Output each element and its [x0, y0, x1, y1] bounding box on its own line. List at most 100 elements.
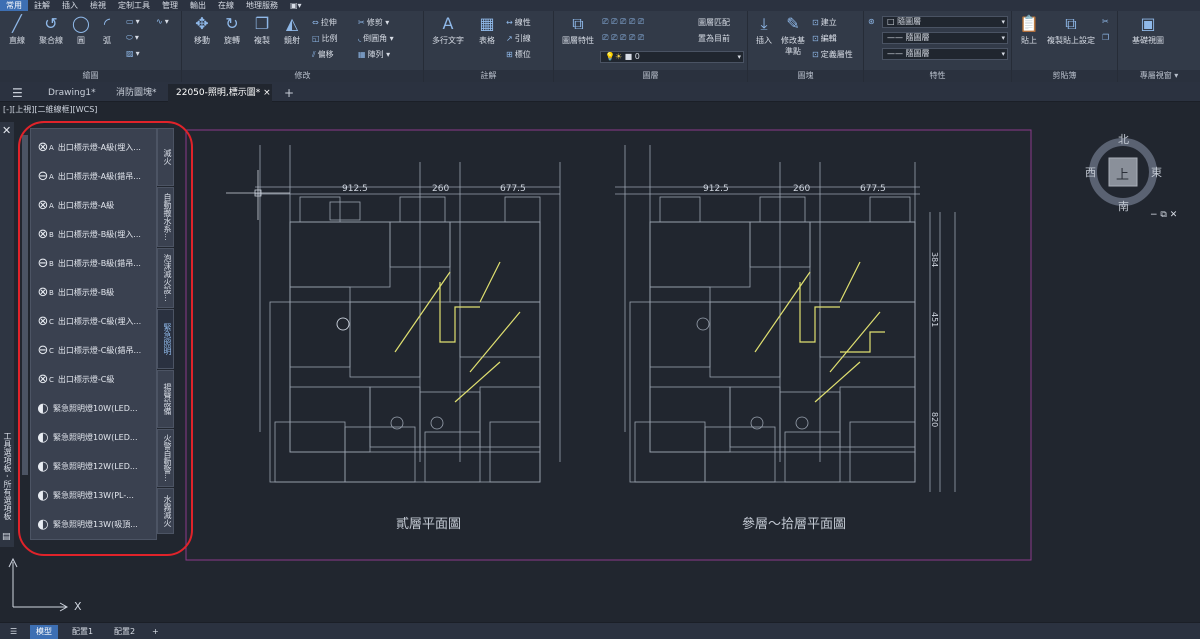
rotate-button[interactable]: ↻ 旋轉 — [218, 15, 246, 46]
palette-tab-0[interactable]: 滅火 — [157, 128, 174, 186]
mtext-button[interactable]: A 多行文字 — [428, 15, 468, 46]
palette-tab-3[interactable]: 緊急照明 — [157, 309, 174, 369]
arc-button[interactable]: ◜ 弧 — [96, 15, 118, 46]
viewcube[interactable]: 北 南 東 西 上 — [1085, 130, 1163, 213]
linetype-dropdown[interactable]: —— 隨圖層 ▾ — [882, 32, 1008, 44]
menu-item-4[interactable]: 定制工具 — [112, 0, 156, 11]
close-tab-icon[interactable]: × — [263, 88, 271, 98]
menu-item-1[interactable]: 註解 — [28, 0, 56, 11]
base-view-button[interactable]: ▣ 基礎視圖 — [1128, 15, 1168, 46]
spline-tool[interactable]: ∿ ▾ — [156, 17, 169, 26]
drawing-canvas[interactable]: 912.5 260 677.5 912.5 260 677.5 384 451 … — [0, 102, 1200, 622]
viewport-controls[interactable]: − ⧉ ✕ — [1150, 210, 1177, 220]
palette-item-grade: C — [49, 317, 54, 326]
menu-item-6[interactable]: 輸出 — [184, 0, 212, 11]
layer-icons-row2[interactable]: ⎚ ⎚ ⎚ ⎚ ⎚ — [602, 33, 646, 43]
table-button[interactable]: ▦ 表格 — [472, 15, 502, 46]
viewcube-top-face[interactable]: 上 — [1116, 164, 1129, 183]
view-label[interactable]: [-][上視][二維線框][WCS] — [3, 104, 97, 115]
block-edit-button[interactable]: ⊡ 編輯 — [812, 33, 837, 44]
copy-clip-button[interactable]: ❐ — [1102, 33, 1111, 42]
palette-tab-5[interactable]: 火警自動警... — [157, 429, 174, 487]
block-create-button[interactable]: ⊡ 建立 — [812, 17, 837, 28]
compass-east[interactable]: 東 — [1151, 164, 1162, 180]
palette-tab-1[interactable]: 自動撒水系... — [157, 187, 174, 247]
mirror-button[interactable]: ◭ 鏡射 — [278, 15, 306, 46]
array-button[interactable]: ▦ 陣列 ▾ — [358, 49, 390, 60]
tab-fire-blocks[interactable]: 消防圖塊* — [108, 84, 165, 102]
palette-item[interactable]: ⊗ A 出口標示燈-A級 — [31, 191, 158, 220]
position-button[interactable]: ⊞ 標位 — [506, 49, 531, 60]
circle-button[interactable]: ◯ 圓 — [70, 15, 92, 46]
palette-tab-4[interactable]: 揚聲設備 — [157, 370, 174, 428]
cut-button[interactable]: ✂ — [1102, 17, 1111, 26]
tab-layout2[interactable]: 配置2 — [108, 625, 141, 639]
palette-scrollbar[interactable] — [22, 135, 28, 475]
menu-item-0[interactable]: 常用 — [0, 0, 28, 11]
insert-button[interactable]: ⤓ 插入 — [752, 15, 776, 46]
palette-item[interactable]: ◐ 緊急照明燈10W(LED... — [31, 423, 158, 452]
stretch-button[interactable]: ⇔ 拉伸 — [312, 17, 337, 28]
line-button[interactable]: ╱ 直線 — [4, 15, 30, 46]
menu-item-5[interactable]: 管理 — [156, 0, 184, 11]
palette-close-icon[interactable]: ✕ — [2, 124, 11, 137]
compass-north[interactable]: 北 — [1118, 131, 1129, 147]
linear-dim-button[interactable]: ↔ 線性 — [506, 17, 531, 28]
palette-item[interactable]: ◐ 緊急照明燈12W(LED... — [31, 452, 158, 481]
palette-item[interactable]: ⊗ C 出口標示燈-C級 — [31, 365, 158, 394]
color-dropdown[interactable]: □ 隨圖層 ▾ — [882, 16, 1008, 28]
scale-button[interactable]: ◱ 比例 — [312, 33, 338, 44]
menu-item-7[interactable]: 在線 — [212, 0, 240, 11]
move-button[interactable]: ✥ 移動 — [188, 15, 216, 46]
palette-title-strip[interactable]: ✕ 工具選項板 - 所有選項板 ▤ — [0, 122, 14, 547]
palette-item[interactable]: ◐ 緊急照明燈10W(LED... — [31, 394, 158, 423]
tab-current-drawing[interactable]: 22050-照明,標示圖* × — [168, 84, 272, 102]
tab-layout1[interactable]: 配置1 — [66, 625, 99, 639]
tab-model[interactable]: 模型 — [30, 625, 58, 639]
match-props-icon[interactable]: ⊛ — [868, 17, 877, 26]
ellipse-tool[interactable]: ⬭ ▾ — [126, 33, 139, 43]
layer-icons-row[interactable]: ⎚ ⎚ ⎚ ⎚ ⎚ — [602, 17, 646, 27]
layer-dropdown[interactable]: 💡☀ ■ 0 ▾ — [600, 51, 744, 63]
fillet-button[interactable]: ◟ 倒圓角 ▾ — [358, 33, 394, 44]
paste-special-button[interactable]: ⧉ 複製貼上設定 — [1044, 15, 1098, 46]
compass-west[interactable]: 西 — [1085, 164, 1096, 180]
palette-item[interactable]: ⊗ A 出口標示燈-A級(埋入... — [31, 133, 158, 162]
rectangle-tool[interactable]: ▭ ▾ — [126, 17, 140, 26]
menu-overflow-icon[interactable]: ▣▾ — [284, 0, 308, 11]
trim-button[interactable]: ✂ 修剪 ▾ — [358, 17, 389, 28]
edit-base-button[interactable]: ✎ 修改基準點 — [778, 15, 808, 57]
paste-button[interactable]: 📋 貼上 — [1016, 15, 1042, 46]
palette-item[interactable]: ◐ 緊急照明燈13W(PL-... — [31, 481, 158, 510]
layer-props-button[interactable]: ⧉ 圖層特性 — [558, 15, 598, 46]
tab-drawing1[interactable]: Drawing1* — [40, 84, 104, 102]
palette-properties-icon[interactable]: ▤ — [2, 532, 11, 542]
new-tab-button[interactable]: + — [276, 84, 302, 102]
layer-match-button[interactable]: 圖層匹配 — [698, 17, 730, 28]
lineweight-dropdown[interactable]: —— 隨圖層 ▾ — [882, 48, 1008, 60]
palette-item[interactable]: ⊖ B 出口標示燈-B級(錯吊... — [31, 249, 158, 278]
leader-button[interactable]: ↗ 引線 — [506, 33, 531, 44]
menu-item-2[interactable]: 插入 — [56, 0, 84, 11]
hatch-tool[interactable]: ▨ ▾ — [126, 49, 140, 58]
mtext-icon: A — [442, 14, 454, 33]
app-menu-button[interactable]: ☰ — [4, 84, 31, 102]
palette-item[interactable]: ◐ 緊急照明燈13W(吸頂... — [31, 510, 158, 539]
palette-item[interactable]: ⊖ C 出口標示燈-C級(錯吊... — [31, 336, 158, 365]
define-attr-button[interactable]: ⊡ 定義屬性 — [812, 49, 853, 60]
copy-button[interactable]: ❐ 複製 — [248, 15, 276, 46]
status-menu-button[interactable]: ☰ — [4, 625, 23, 639]
palette-item[interactable]: ⊖ A 出口標示燈-A級(錯吊... — [31, 162, 158, 191]
menu-item-3[interactable]: 檢視 — [84, 0, 112, 11]
tab-add-layout[interactable]: + — [146, 625, 165, 639]
polyline-button[interactable]: ↺ 聚合線 — [34, 15, 68, 46]
palette-tab-2[interactable]: 泡沫滅火設... — [157, 248, 174, 308]
menu-item-8[interactable]: 地理服務 — [240, 0, 284, 11]
compass-south[interactable]: 南 — [1118, 198, 1129, 214]
layer-current-button[interactable]: 置為目前 — [698, 33, 730, 44]
palette-item[interactable]: ⊗ C 出口標示燈-C級(埋入... — [31, 307, 158, 336]
offset-button[interactable]: ⫽ 偏移 — [312, 49, 334, 60]
palette-tab-6[interactable]: 水霧滅火 — [157, 488, 174, 534]
palette-item[interactable]: ⊗ B 出口標示燈-B級 — [31, 278, 158, 307]
palette-item[interactable]: ⊗ B 出口標示燈-B級(埋入... — [31, 220, 158, 249]
